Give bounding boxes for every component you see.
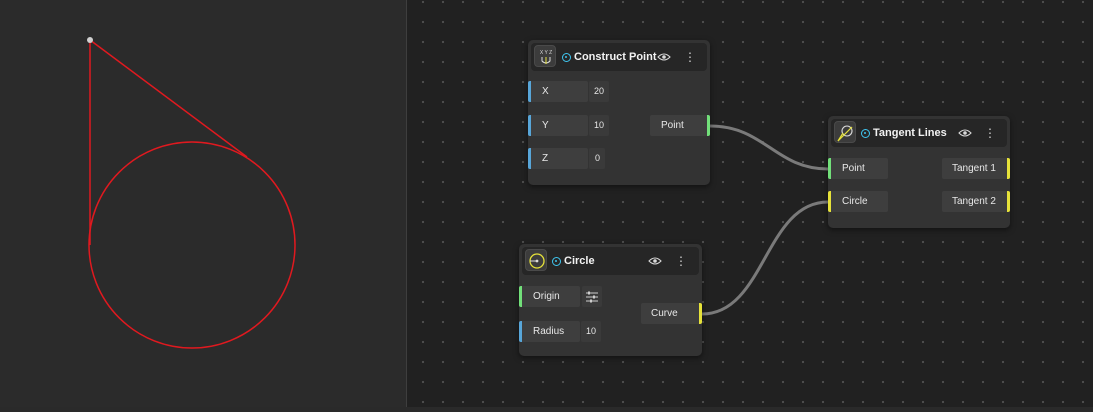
more-vertical-icon[interactable]: ⋮ — [681, 48, 699, 66]
circle-header[interactable]: Circle ⋮ — [522, 247, 699, 275]
input-port-circle[interactable]: Circle — [828, 191, 888, 212]
port-label: X — [542, 86, 549, 97]
z-value-field[interactable]: 0 — [589, 148, 605, 169]
input-port-radius[interactable]: Radius — [519, 321, 580, 342]
radius-value-field[interactable]: 10 — [581, 321, 601, 342]
tangent-lines-node[interactable]: Tangent Lines ⋮ Point Circle Tangent 1 T… — [828, 116, 1010, 228]
input-port-y[interactable]: Y — [528, 115, 588, 136]
input-port-z[interactable]: Z — [528, 148, 588, 169]
port-label: Origin — [533, 291, 560, 302]
svg-text:X Y Z: X Y Z — [540, 50, 552, 56]
construct-point-node[interactable]: X Y Z Construct Point ⋮ X 20 Y 10 Z 0 Po… — [528, 40, 710, 185]
port-label: Z — [542, 153, 549, 164]
tangent-icon — [834, 121, 856, 143]
construct-point-marker — [87, 37, 93, 43]
more-vertical-icon[interactable]: ⋮ — [672, 252, 690, 270]
output-port-point[interactable]: Point — [650, 115, 710, 136]
eye-icon[interactable] — [646, 252, 664, 270]
y-value-field[interactable]: 10 — [589, 115, 609, 136]
node-title: Tangent Lines — [873, 127, 947, 139]
more-vertical-icon[interactable]: ⋮ — [981, 124, 999, 142]
input-port-origin[interactable]: Origin — [519, 286, 580, 307]
output-port-curve[interactable]: Curve — [641, 303, 702, 324]
viewport-geometry — [87, 37, 296, 349]
eye-icon[interactable] — [956, 124, 974, 142]
node-title: Circle — [564, 255, 595, 267]
sliders-icon[interactable] — [582, 286, 602, 307]
port-label: Point — [842, 163, 865, 174]
input-port-x[interactable]: X — [528, 81, 588, 102]
output-port-tangent-1[interactable]: Tangent 1 — [942, 158, 1010, 179]
node-title: Construct Point — [574, 51, 657, 63]
port-label: Radius — [533, 326, 565, 337]
status-indicator-icon — [562, 53, 571, 62]
circle-icon — [525, 249, 547, 271]
eye-icon[interactable] — [655, 48, 673, 66]
xyz-axes-icon: X Y Z — [534, 45, 556, 67]
tangent-lines-header[interactable]: Tangent Lines ⋮ — [831, 119, 1007, 147]
circle-geometry — [88, 141, 296, 349]
construct-point-header[interactable]: X Y Z Construct Point ⋮ — [531, 43, 707, 71]
3d-viewport[interactable] — [0, 0, 406, 407]
port-label: Circle — [842, 196, 868, 207]
status-indicator-icon — [861, 129, 870, 138]
output-port-tangent-2[interactable]: Tangent 2 — [942, 191, 1010, 212]
port-label: Y — [542, 120, 549, 131]
tangent-line-1 — [89, 39, 248, 158]
circle-node[interactable]: Circle ⋮ Origin Radius 10 Curve — [519, 244, 702, 356]
input-port-point[interactable]: Point — [828, 158, 888, 179]
status-indicator-icon — [552, 257, 561, 266]
x-value-field[interactable]: 20 — [589, 81, 609, 102]
